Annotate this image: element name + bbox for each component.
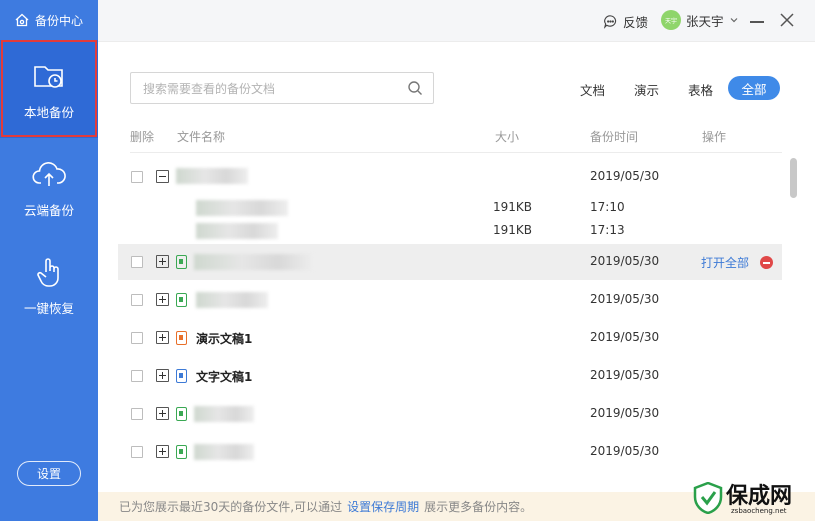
brand-title: 备份中心 (35, 13, 84, 28)
footer-text: 已为您展示最近30天的备份文件,可以通过 (119, 500, 343, 514)
folder-clock-icon (34, 65, 63, 88)
redacted-filename (196, 292, 268, 308)
search-icon[interactable] (407, 80, 423, 96)
redacted-filename (194, 444, 254, 460)
row-checkbox[interactable] (131, 370, 143, 382)
expand-toggle[interactable] (156, 407, 169, 420)
sidebar-item-label: 一键恢复 (23, 300, 74, 316)
file-size: 191KB (493, 200, 533, 214)
column-header-time: 备份时间 (590, 130, 639, 144)
expand-toggle[interactable] (156, 331, 169, 344)
watermark-url: zsbaocheng.net (731, 507, 787, 515)
footer-text-suffix: 展示更多备份内容。 (424, 500, 533, 514)
spreadsheet-icon (176, 445, 187, 459)
column-header-size: 大小 (495, 130, 520, 144)
table-row[interactable]: 文字文稿1 2019/05/30 (118, 358, 782, 394)
header-divider (130, 152, 782, 153)
file-size: 191KB (493, 223, 533, 237)
spreadsheet-icon (176, 255, 187, 269)
row-checkbox[interactable] (131, 446, 143, 458)
set-retention-link[interactable]: 设置保存周期 (347, 498, 419, 515)
backup-date: 2019/05/30 (590, 444, 660, 458)
backup-date: 2019/05/30 (590, 292, 660, 306)
sidebar: 备份中心 本地备份 云端备份 一键恢复 设置 (0, 0, 98, 521)
redacted-filename (176, 168, 248, 184)
user-menu[interactable]: 天宇 张天宇 (661, 10, 739, 30)
column-header-name: 文件名称 (177, 130, 226, 144)
table-row[interactable]: 2019/05/30 (118, 396, 782, 432)
expand-toggle[interactable] (156, 255, 169, 268)
brand: 备份中心 (0, 0, 98, 40)
chat-bubble-icon (603, 15, 617, 29)
file-name: 演示文稿1 (196, 332, 253, 346)
backup-date: 2019/05/30 (590, 169, 660, 183)
redacted-filename (194, 254, 314, 270)
redacted-filename (194, 406, 254, 422)
user-name: 张天宇 (686, 13, 724, 29)
table-row[interactable]: 2019/05/30 (118, 434, 782, 470)
settings-button[interactable]: 设置 (17, 461, 81, 486)
spreadsheet-icon (176, 407, 187, 421)
watermark: 保成网 zsbaocheng.net (693, 478, 813, 518)
row-checkbox[interactable] (131, 294, 143, 306)
sidebar-item-label: 本地备份 (23, 104, 74, 120)
document-icon (176, 369, 187, 383)
redacted-filename (196, 200, 288, 216)
list-item: 191KB 17:13 (118, 220, 782, 242)
scrollbar-thumb[interactable] (790, 158, 797, 198)
expand-toggle[interactable] (156, 445, 169, 458)
shield-icon (693, 482, 723, 514)
table-row[interactable]: 演示文稿1 2019/05/30 (118, 320, 782, 356)
row-checkbox[interactable] (131, 256, 143, 268)
backup-time: 17:10 (590, 200, 625, 214)
title-bar: 反馈 天宇 张天宇 (98, 0, 815, 42)
avatar: 天宇 (661, 10, 681, 30)
cloud-upload-icon (32, 161, 66, 186)
table-row[interactable]: 2019/05/30 (118, 282, 782, 318)
search-input[interactable] (143, 80, 393, 98)
column-header-delete: 删除 (130, 130, 155, 144)
watermark-text: 保成网 (726, 484, 793, 509)
spreadsheet-icon (176, 293, 187, 307)
table-row: 2019/05/30 (118, 159, 782, 195)
expand-toggle[interactable] (156, 369, 169, 382)
collapse-toggle[interactable] (156, 170, 169, 183)
sidebar-item-restore[interactable]: 一键恢复 (0, 236, 98, 334)
filter-spreadsheets[interactable]: 表格 (688, 80, 713, 99)
backup-date: 2019/05/30 (590, 368, 660, 382)
hand-pointer-icon (37, 257, 59, 287)
filter-presentations[interactable]: 演示 (634, 80, 659, 99)
backup-time: 17:13 (590, 223, 625, 237)
close-icon[interactable] (780, 13, 794, 27)
chevron-down-icon (730, 18, 737, 23)
filter-all[interactable]: 全部 (728, 76, 780, 100)
list-item: 191KB 17:10 (118, 197, 782, 219)
home-cloud-icon (15, 13, 29, 27)
feedback-label: 反馈 (623, 15, 649, 30)
sidebar-item-local-backup[interactable]: 本地备份 (0, 40, 98, 138)
minimize-button[interactable] (750, 21, 764, 23)
table-row[interactable]: 2019/05/30 打开全部 (118, 244, 782, 280)
sidebar-item-label: 云端备份 (23, 202, 74, 218)
redacted-filename (196, 223, 278, 239)
column-header-action: 操作 (702, 130, 727, 144)
search-box (130, 72, 434, 104)
backup-date: 2019/05/30 (590, 330, 660, 344)
row-checkbox[interactable] (131, 171, 143, 183)
feedback-button[interactable]: 反馈 (603, 12, 648, 31)
backup-date: 2019/05/30 (590, 406, 660, 420)
delete-icon[interactable] (760, 256, 773, 269)
open-all-link[interactable]: 打开全部 (701, 254, 749, 271)
backup-date: 2019/05/30 (590, 254, 660, 268)
row-checkbox[interactable] (131, 332, 143, 344)
sidebar-item-cloud-backup[interactable]: 云端备份 (0, 138, 98, 236)
expand-toggle[interactable] (156, 293, 169, 306)
filter-documents[interactable]: 文档 (580, 80, 605, 99)
row-checkbox[interactable] (131, 408, 143, 420)
presentation-icon (176, 331, 187, 345)
file-name: 文字文稿1 (196, 370, 253, 384)
